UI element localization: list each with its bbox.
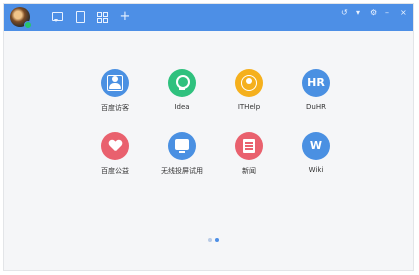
- app-label: Wiki: [308, 166, 324, 174]
- app-label: 新闻: [242, 167, 256, 175]
- news-icon: [235, 132, 263, 160]
- app-tile-duhr[interactable]: HR DuHR: [286, 69, 346, 111]
- title-bar: + ↺ ▾ ⚙ – ×: [4, 4, 413, 31]
- app-label: 无线投屏试用: [161, 167, 203, 175]
- online-status-dot: [24, 21, 32, 29]
- app-label: 百度公益: [101, 167, 129, 175]
- duhr-icon: HR: [302, 69, 330, 97]
- page-dot-1[interactable]: [208, 238, 212, 242]
- close-icon[interactable]: ×: [400, 8, 407, 18]
- app-tile-news[interactable]: 新闻: [219, 132, 279, 176]
- screencast-icon: [168, 132, 196, 160]
- document-icon[interactable]: [74, 11, 86, 23]
- app-label: Idea: [174, 103, 190, 111]
- idea-icon: [168, 69, 196, 97]
- visitor-icon: [101, 69, 129, 97]
- minimize-icon[interactable]: –: [385, 8, 389, 18]
- page-dot-2[interactable]: [215, 238, 219, 242]
- grid-icon[interactable]: [96, 11, 108, 23]
- app-tile-idea[interactable]: Idea: [152, 69, 212, 111]
- dropdown-icon[interactable]: ▾: [356, 8, 360, 18]
- settings-icon[interactable]: ⚙: [370, 8, 377, 18]
- app-tile-wiki[interactable]: W Wiki: [286, 132, 346, 174]
- app-tile-wireless-screencast[interactable]: 无线投屏试用: [152, 132, 212, 176]
- app-window: + ↺ ▾ ⚙ – × 百度访客 Idea ITHelp HR DuHR 百度公…: [3, 3, 414, 271]
- wiki-icon: W: [302, 132, 330, 160]
- app-tile-baidu-visitor[interactable]: 百度访客: [85, 69, 145, 113]
- ithelp-icon: [235, 69, 263, 97]
- app-tile-baidu-charity[interactable]: 百度公益: [85, 132, 145, 176]
- app-label: DuHR: [306, 103, 326, 111]
- chat-icon[interactable]: [51, 11, 63, 23]
- refresh-icon[interactable]: ↺: [341, 8, 348, 18]
- charity-icon: [101, 132, 129, 160]
- plus-icon[interactable]: +: [119, 10, 131, 23]
- pagination-dots: [208, 227, 222, 246]
- app-label: 百度访客: [101, 104, 129, 112]
- app-label: ITHelp: [237, 103, 261, 111]
- app-tile-ithelp[interactable]: ITHelp: [219, 69, 279, 111]
